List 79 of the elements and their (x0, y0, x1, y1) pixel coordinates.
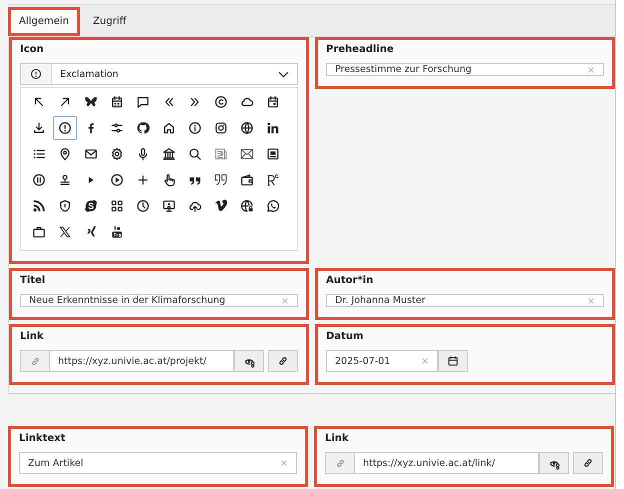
link-button[interactable] (573, 452, 603, 474)
list-icon (32, 147, 46, 161)
link-icon (20, 350, 49, 372)
grid-icon (110, 199, 124, 213)
globe-icon (240, 121, 254, 135)
shield-icon (58, 199, 72, 213)
plus-icon (136, 173, 150, 187)
chevron-icon (278, 70, 289, 78)
field-label: Autor*in (326, 275, 374, 286)
download-icon (32, 121, 46, 135)
link-icon (277, 355, 289, 367)
field-label: Link (325, 433, 350, 444)
arrow-icon (32, 95, 46, 109)
link-button[interactable] (268, 350, 298, 372)
cloud-icon (240, 95, 254, 109)
copyright-icon (214, 95, 228, 109)
calendar-button[interactable] (438, 350, 468, 372)
video-logo-icon (110, 225, 124, 239)
unlink-button[interactable] (234, 350, 264, 372)
home-icon (162, 121, 176, 135)
globe-lock-icon (240, 199, 254, 213)
linkedin-icon (266, 121, 280, 135)
briefcase-icon (32, 225, 46, 239)
butterfly-icon (84, 95, 98, 109)
icon-option[interactable] (53, 116, 77, 140)
skype-icon (84, 199, 98, 213)
calendar-icon (110, 95, 124, 109)
mail-icon (240, 147, 254, 161)
text-field[interactable]: Pressestimme zur Forschung (326, 63, 604, 76)
chat-phone-icon (266, 199, 280, 213)
field-label: Link (20, 331, 45, 342)
text-field[interactable]: Neue Erkenntnisse in der Klimaforschung (20, 294, 298, 307)
field-label: Icon (20, 44, 45, 55)
arrow-icon (58, 95, 72, 109)
speech-bubble-icon (136, 95, 150, 109)
camera-icon (214, 121, 228, 135)
link-icon (582, 457, 594, 469)
gear-icon (110, 147, 124, 161)
field-label: Preheadline (326, 44, 395, 55)
icon-select[interactable]: Exclamation (20, 63, 298, 85)
hand-pointer-icon (162, 173, 176, 187)
microphone-icon (136, 147, 150, 161)
cloud-upload-icon (188, 199, 202, 213)
text-field[interactable]: Zum Artikel (19, 452, 297, 474)
sliders-icon (110, 121, 124, 135)
vimeo-icon (214, 199, 228, 213)
unlink-button[interactable] (539, 452, 569, 474)
tab[interactable]: Allgemein (8, 7, 80, 36)
field-label: Linktext (19, 433, 66, 444)
id-card-icon (266, 147, 280, 161)
calendar-icon (266, 95, 280, 109)
info-icon (188, 121, 202, 135)
wallet-icon (240, 173, 254, 187)
url-field[interactable]: https://xyz.univie.ac.at/projekt/ (49, 350, 234, 372)
field-label: Titel (20, 275, 46, 286)
newspaper-icon (214, 147, 228, 161)
exclamation-icon (58, 121, 72, 135)
calendar-icon (447, 355, 459, 367)
map-pin-icon (58, 147, 72, 161)
pause-icon (32, 173, 46, 187)
envelope-icon (84, 147, 98, 161)
stamp-icon (58, 173, 72, 187)
x-logo-icon (58, 225, 72, 239)
tab[interactable]: Zugriff (82, 7, 138, 36)
link-icon (325, 452, 354, 474)
monitor-icon (162, 199, 176, 213)
rss-icon (32, 199, 46, 213)
clock-icon (136, 199, 150, 213)
text-field[interactable]: Dr. Johanna Muster (326, 294, 604, 307)
url-field[interactable]: https://xyz.univie.ac.at/link/ (354, 452, 539, 474)
field-label: Datum (326, 331, 364, 342)
date-field[interactable]: 2025-07-01 (326, 350, 438, 372)
search-icon (188, 147, 202, 161)
exclamation-icon (30, 68, 42, 80)
play-icon (110, 173, 124, 187)
serif-logo-icon (266, 173, 280, 187)
cat-logo-icon (136, 121, 150, 135)
bank-icon (162, 147, 176, 161)
quote-icon (214, 173, 228, 187)
